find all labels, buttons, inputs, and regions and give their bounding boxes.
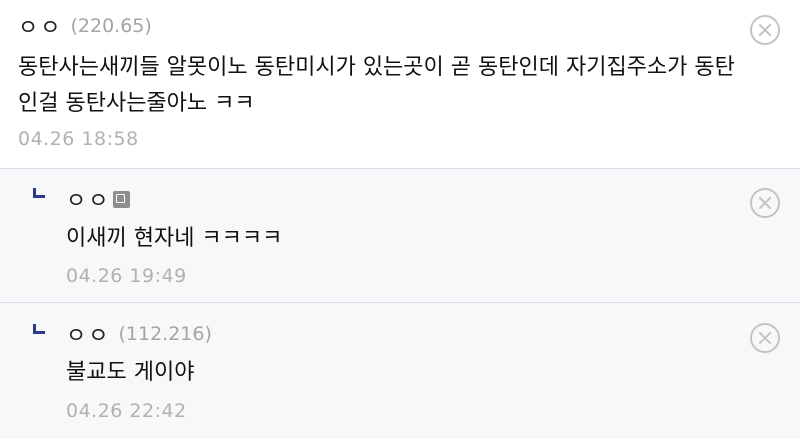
delete-comment-button[interactable] (750, 15, 780, 45)
comment-item: ㅇㅇ (220.65) 동탄사는새끼들 알못이노 동탄미시가 있는곳이 곧 동탄… (0, 0, 800, 168)
reply-item: ㅇㅇ 이새끼 현자네 ㅋㅋㅋㅋ 04.26 19:49 (0, 168, 800, 302)
comment-header: ㅇㅇ (220.65) (18, 8, 152, 44)
reply-header: ㅇㅇ (66, 183, 131, 215)
comment-date: 04.26 18:58 (18, 128, 139, 150)
nickname[interactable]: ㅇㅇ (66, 183, 110, 215)
nickname[interactable]: ㅇㅇ (66, 318, 110, 350)
reply-item: ㅇㅇ (112.216) 불교도 게이야 04.26 22:42 (0, 302, 800, 439)
reply-date: 04.26 19:49 (66, 265, 187, 287)
nickname[interactable]: ㅇㅇ (18, 10, 62, 42)
ip-address: (112.216) (118, 323, 212, 345)
reply-text: 이새끼 현자네 ㅋㅋㅋㅋ (66, 226, 283, 251)
reply-arrow-icon (33, 324, 45, 334)
delete-reply-button[interactable] (750, 323, 780, 353)
reply-arrow-icon (33, 188, 45, 198)
reply-text: 불교도 게이야 (66, 360, 195, 385)
fixed-nickname-icon (113, 190, 131, 208)
reply-date: 04.26 22:42 (66, 400, 187, 422)
ip-address: (220.65) (70, 15, 152, 37)
delete-reply-button[interactable] (750, 188, 780, 218)
comment-text: 동탄사는새끼들 알못이노 동탄미시가 있는곳이 곧 동탄인데 자기집주소가 동탄… (18, 55, 735, 116)
reply-header: ㅇㅇ (112.216) (66, 316, 212, 352)
